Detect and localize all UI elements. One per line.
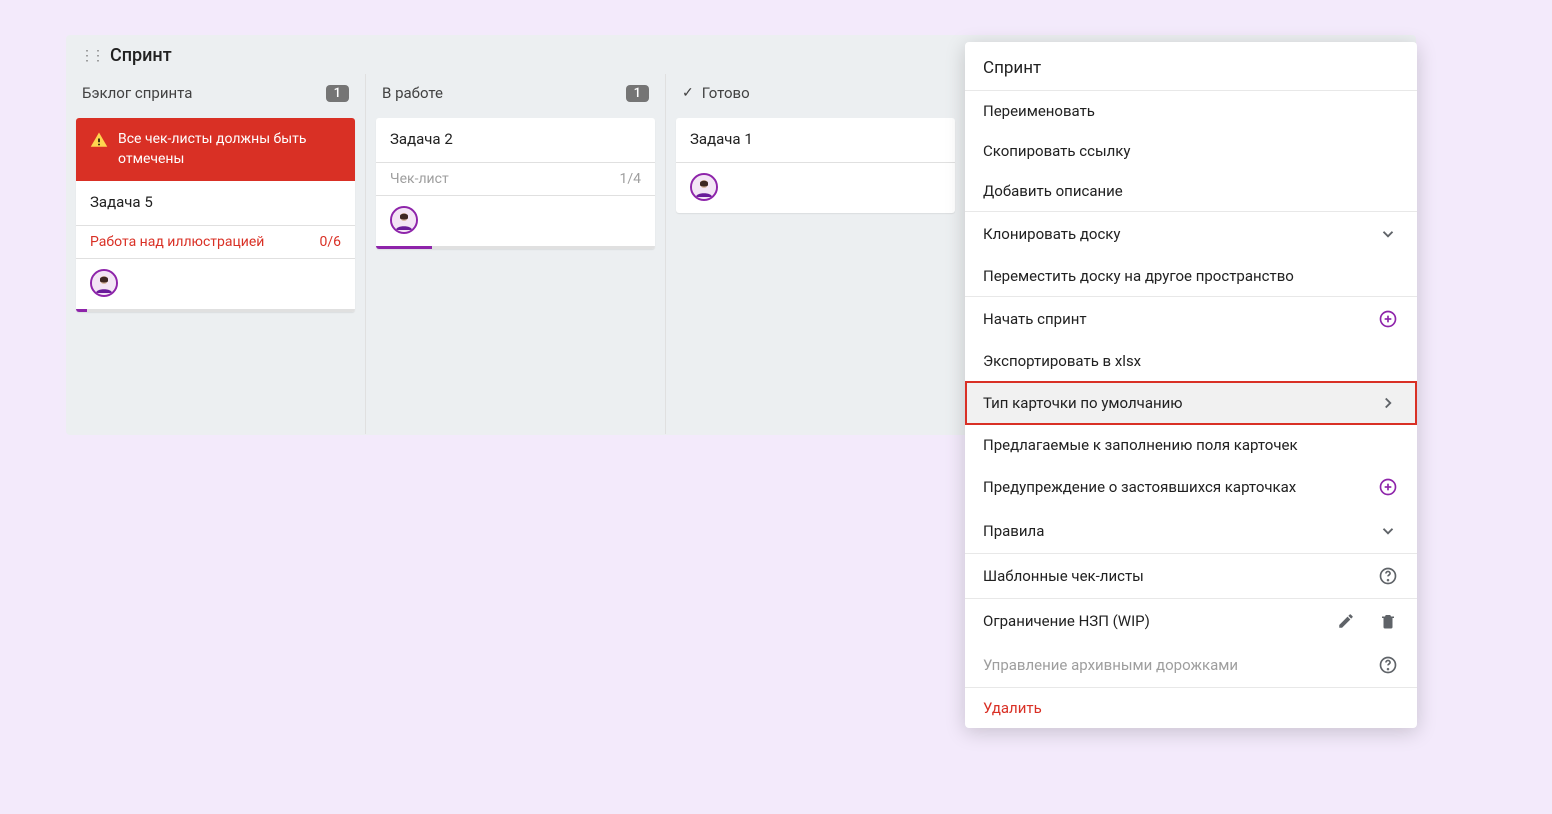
column-backlog: Бэклог спринта 1 Все чек-листы должны бы…	[66, 74, 366, 434]
column-header[interactable]: Бэклог спринта 1	[66, 74, 365, 112]
card-title: Задача 5	[90, 193, 341, 211]
plus-circle-icon	[1377, 308, 1399, 330]
menu-item-wip-limit[interactable]: Ограничение НЗП (WIP)	[965, 598, 1417, 643]
menu-item-suggested-fields[interactable]: Предлагаемые к заполнению поля карточек	[965, 425, 1417, 465]
help-icon	[1377, 565, 1399, 587]
checklist-count: 0/6	[319, 234, 341, 250]
card[interactable]: Задача 1	[676, 118, 955, 213]
column-title: В работе	[382, 84, 618, 102]
menu-item-rules[interactable]: Правила	[965, 509, 1417, 553]
column-header[interactable]: В работе 1	[366, 74, 665, 112]
card-footer	[76, 259, 355, 309]
column-title: Готово	[702, 84, 949, 102]
avatar[interactable]	[90, 269, 118, 297]
card[interactable]: Все чек-листы должны быть отмечены Задач…	[76, 118, 355, 312]
trash-icon[interactable]	[1377, 610, 1399, 632]
dropdown-title: Спринт	[965, 42, 1417, 91]
card-footer	[676, 162, 955, 213]
plus-circle-icon	[1377, 476, 1399, 498]
card-title: Задача 1	[690, 130, 941, 148]
menu-item-add-description[interactable]: Добавить описание	[965, 171, 1417, 211]
checklist-label: Чек-лист	[390, 171, 449, 187]
chevron-down-icon	[1377, 223, 1399, 245]
pencil-icon[interactable]	[1335, 610, 1357, 632]
checklist-count: 1/4	[619, 171, 641, 187]
board-menu-dropdown: Спринт Переименовать Скопировать ссылку …	[965, 42, 1417, 728]
warning-icon	[90, 131, 108, 156]
chevron-right-icon	[1377, 392, 1399, 414]
menu-item-delete[interactable]: Удалить	[965, 687, 1417, 728]
card-checklist[interactable]: Чек-лист 1/4	[376, 162, 655, 196]
column-in-progress: В работе 1 Задача 2 Чек-лист 1/4	[366, 74, 666, 434]
check-icon: ✓	[682, 85, 694, 101]
card[interactable]: Задача 2 Чек-лист 1/4	[376, 118, 655, 249]
card-progress	[76, 309, 355, 312]
card-progress	[376, 246, 655, 249]
card-footer	[376, 196, 655, 246]
menu-item-stale-warning[interactable]: Предупреждение о застоявшихся карточках	[965, 465, 1417, 509]
menu-item-default-card-type[interactable]: Тип карточки по умолчанию	[965, 381, 1417, 425]
menu-item-template-checklists[interactable]: Шаблонные чек-листы	[965, 553, 1417, 598]
menu-item-clone-board[interactable]: Клонировать доску	[965, 211, 1417, 256]
column-count-badge: 1	[626, 85, 649, 102]
chevron-down-icon	[1377, 520, 1399, 542]
help-icon	[1377, 654, 1399, 676]
card-warning-text: Все чек-листы должны быть отмечены	[118, 130, 341, 169]
column-count-badge: 1	[326, 85, 349, 102]
menu-item-start-sprint[interactable]: Начать спринт	[965, 296, 1417, 341]
menu-item-export-xlsx[interactable]: Экспортировать в xlsx	[965, 341, 1417, 381]
avatar[interactable]	[690, 173, 718, 201]
menu-item-archive-lanes: Управление архивными дорожками	[965, 643, 1417, 687]
avatar[interactable]	[390, 206, 418, 234]
card-body: Задача 1	[676, 118, 955, 162]
menu-item-copy-link[interactable]: Скопировать ссылку	[965, 131, 1417, 171]
card-title: Задача 2	[390, 130, 641, 148]
menu-item-move-board[interactable]: Переместить доску на другое пространство	[965, 256, 1417, 296]
card-warning-banner: Все чек-листы должны быть отмечены	[76, 118, 355, 181]
checklist-label: Работа над иллюстрацией	[90, 234, 264, 250]
column-title: Бэклог спринта	[82, 84, 318, 102]
card-body: Задача 5	[76, 181, 355, 225]
card-body: Задача 2	[376, 118, 655, 162]
column-header[interactable]: ✓ Готово	[666, 74, 965, 112]
column-done: ✓ Готово Задача 1	[666, 74, 966, 434]
drag-handle-icon[interactable]: ⋮⋮	[80, 49, 102, 63]
menu-item-rename[interactable]: Переименовать	[965, 91, 1417, 131]
card-checklist[interactable]: Работа над иллюстрацией 0/6	[76, 225, 355, 259]
